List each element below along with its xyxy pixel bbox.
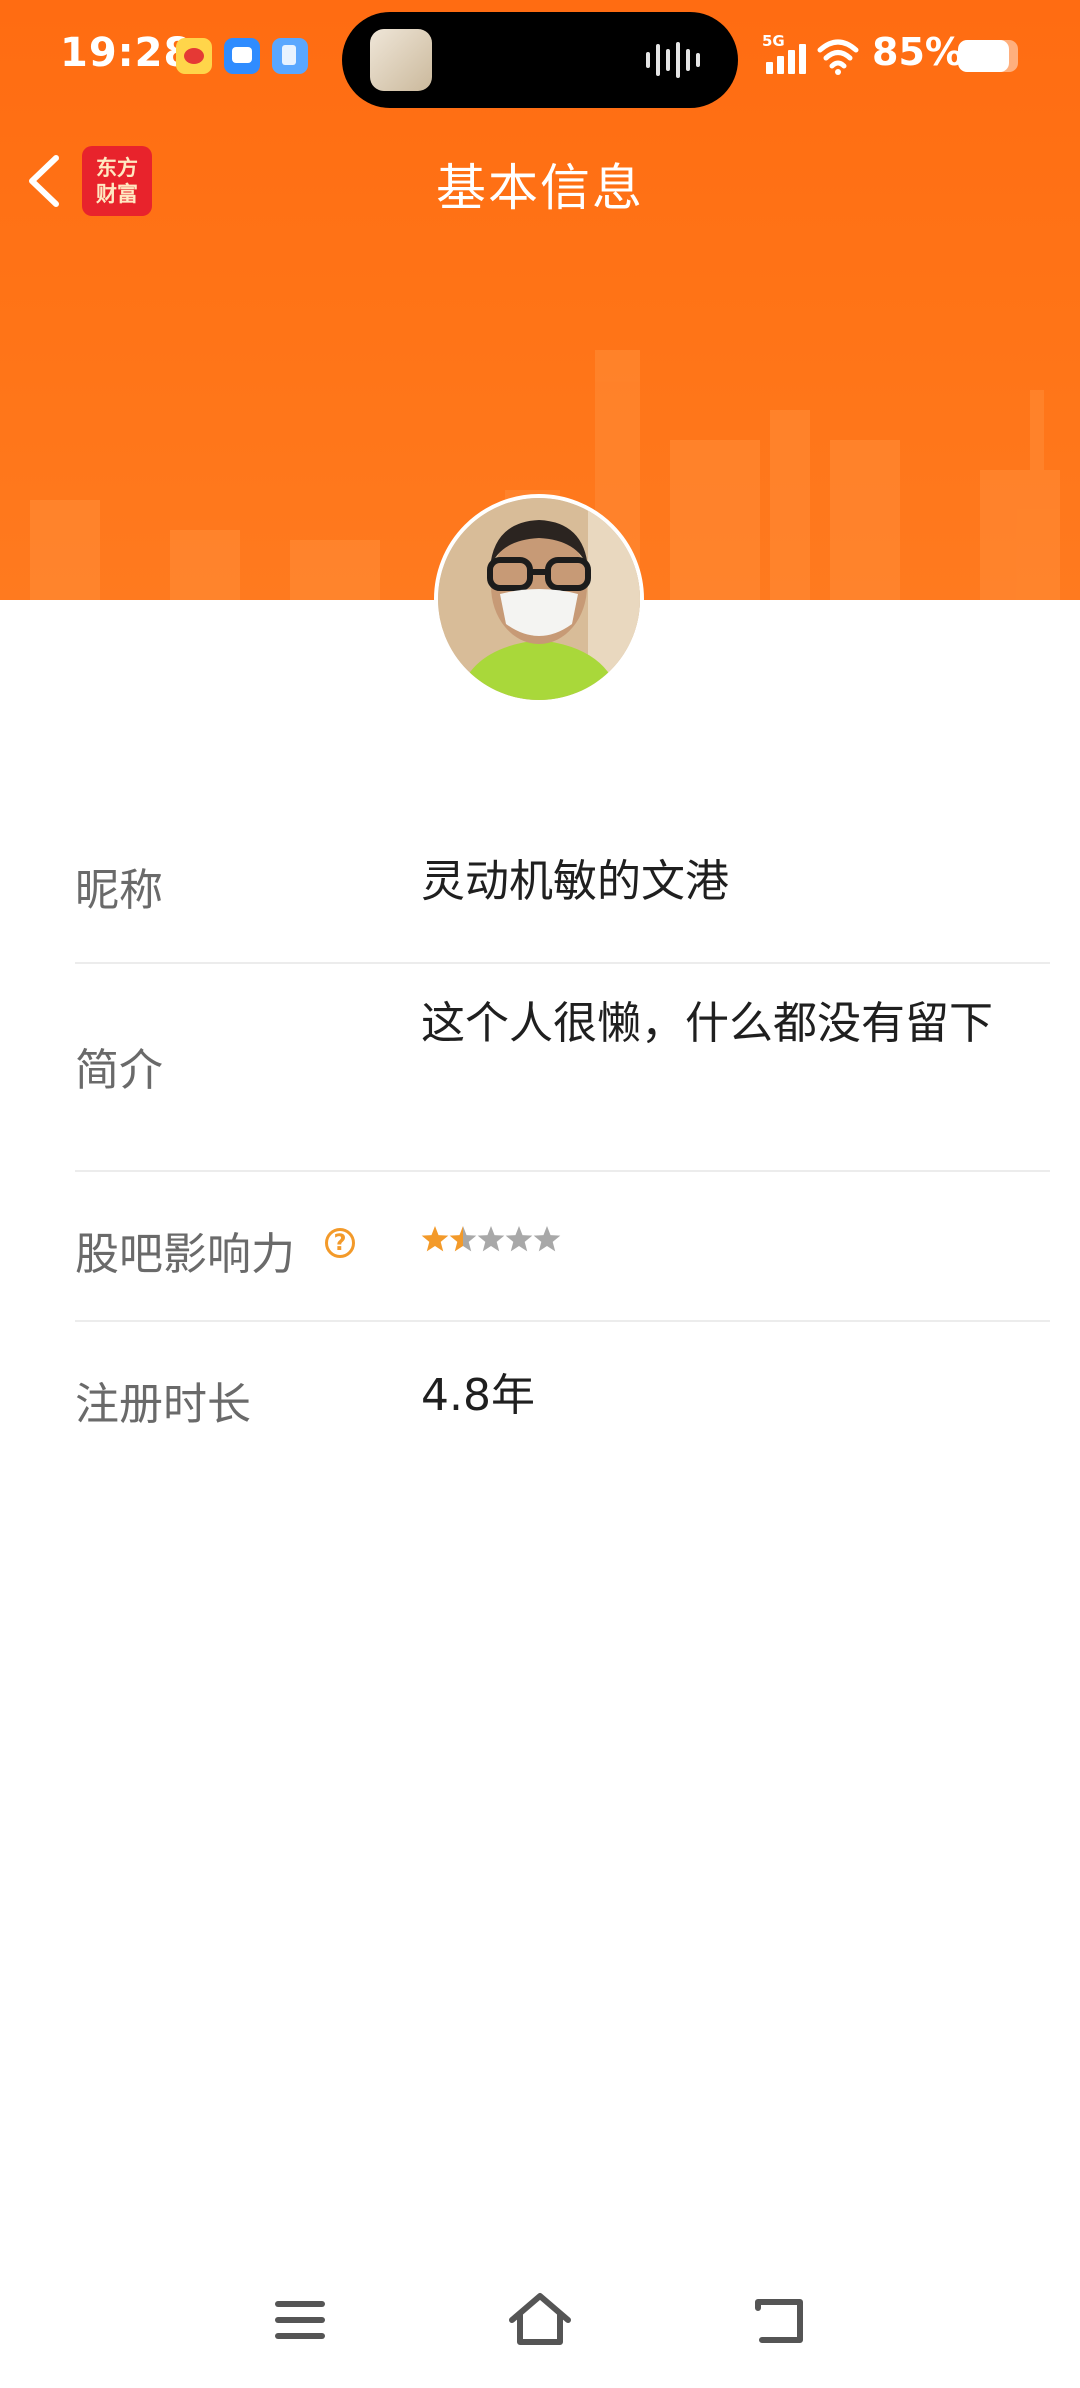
star-2-icon [449,1226,477,1252]
note-icon [272,38,308,74]
bio-label: 简介 [75,1045,163,1096]
bio-row[interactable]: 简介 这个人很懒，什么都没有留下 [75,964,1050,1172]
profile-info-list: 昵称 灵动机敏的文港 简介 这个人很懒，什么都没有留下 股吧影响力 ? 注册时长… [75,808,1050,1472]
influence-row: 股吧影响力 ? [75,1172,1050,1322]
nickname-label: 昵称 [75,865,163,916]
star-4-icon [505,1226,533,1252]
battery-percent: 85% [872,30,963,74]
nickname-value: 灵动机敏的文港 [421,856,729,907]
influence-label: 股吧影响力 [75,1229,295,1280]
signal-icon [766,44,806,74]
battery-icon [958,40,1018,72]
audio-wave-icon [646,42,700,78]
system-navigation-bar [0,2280,1080,2364]
weibo-icon [176,38,212,74]
bio-value: 这个人很懒，什么都没有留下 [421,998,993,1049]
registration-value: 4.8年 [421,1370,535,1421]
star-5-icon [533,1226,561,1252]
avatar-photo [438,498,640,700]
help-icon[interactable]: ? [325,1228,355,1258]
avatar[interactable] [434,494,644,704]
wifi-icon [817,39,859,75]
nickname-row[interactable]: 昵称 灵动机敏的文港 [75,808,1050,964]
home-icon[interactable] [500,2280,580,2360]
influence-rating [421,1222,561,1260]
message-icon [224,38,260,74]
dynamic-island[interactable] [342,12,738,108]
star-3-icon [477,1226,505,1252]
status-bar: 19:28 5G 85% [0,0,1080,116]
registration-label: 注册时长 [75,1379,251,1430]
back-icon[interactable] [740,2280,820,2360]
registration-row: 注册时长 4.8年 [75,1322,1050,1472]
status-time: 19:28 [60,30,193,76]
battery-level [958,40,1009,72]
menu-icon[interactable] [260,2280,340,2360]
media-thumbnail [370,29,432,91]
page-title: 基本信息 [436,159,644,217]
star-1-icon [421,1226,449,1252]
star-rating-icons [421,1226,561,1252]
